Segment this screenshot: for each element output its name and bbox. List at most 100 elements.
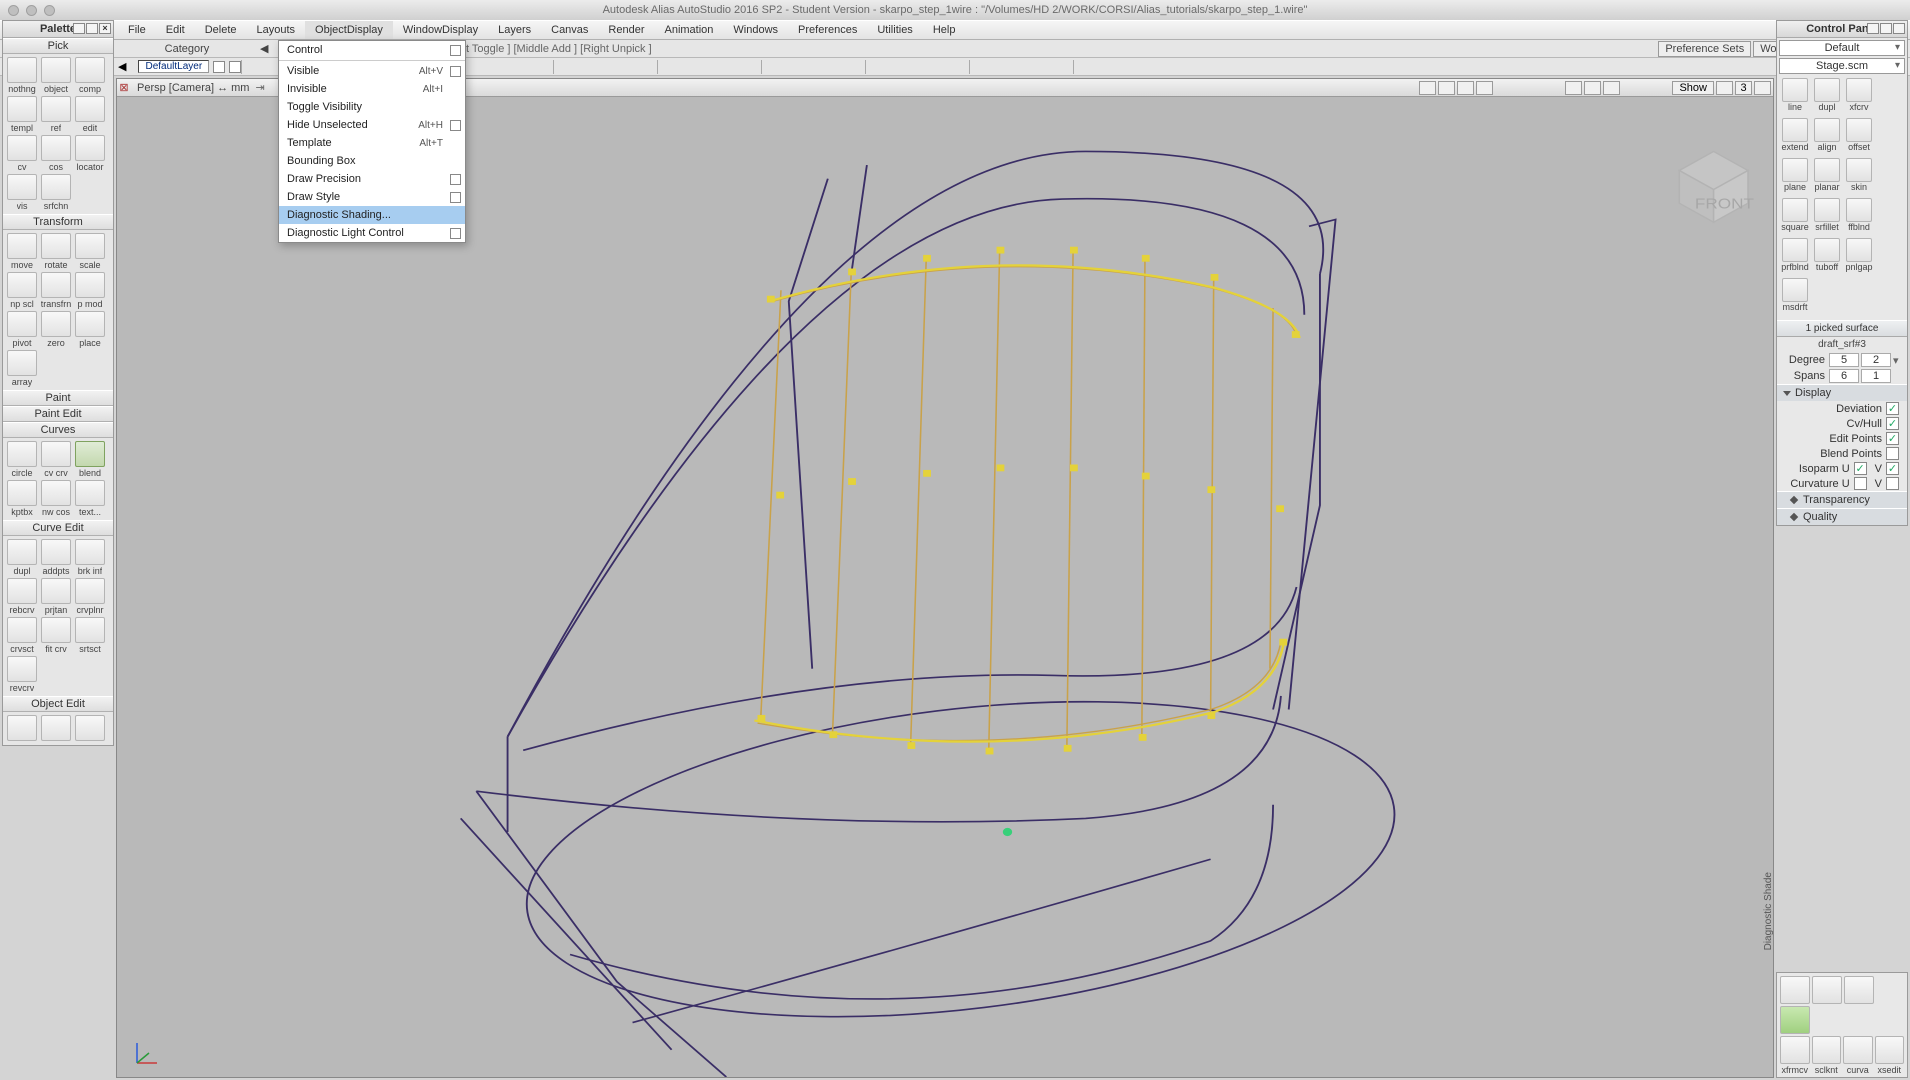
checkbox[interactable] (1886, 477, 1899, 490)
spans-u-field[interactable]: 6 (1829, 369, 1859, 383)
section-transform[interactable]: Transform (3, 214, 113, 230)
tool-fit crv[interactable]: fit crv (39, 617, 73, 654)
tool-kptbx[interactable]: kptbx (5, 480, 39, 517)
ctrl-tool-msdrft[interactable]: msdrft (1779, 278, 1811, 318)
menu-item-diagnostic-light-control[interactable]: Diagnostic Light Control (279, 224, 465, 242)
option-box-icon[interactable] (450, 120, 461, 131)
tool-circle[interactable]: circle (5, 441, 39, 478)
palette-dock-icon[interactable] (73, 23, 85, 34)
tool-rebcrv[interactable]: rebcrv (5, 578, 39, 615)
ctrl-tool-extend[interactable]: extend (1779, 118, 1811, 158)
section-pick[interactable]: Pick (3, 38, 113, 54)
menu-objectdisplay[interactable]: ObjectDisplay (305, 21, 393, 39)
preference-sets-button[interactable]: Preference Sets (1658, 41, 1751, 57)
ctrl-tool-line[interactable]: line (1779, 78, 1811, 118)
checkbox[interactable]: ✓ (1886, 417, 1899, 430)
ctrl-tool-align[interactable]: align (1811, 118, 1843, 158)
section-object-edit[interactable]: Object Edit (3, 696, 113, 712)
menu-windowdisplay[interactable]: WindowDisplay (393, 21, 488, 39)
tool-cv crv[interactable]: cv crv (39, 441, 73, 478)
ctrl-tool-xfcrv[interactable]: xfcrv (1843, 78, 1875, 118)
tool-p mod[interactable]: p mod (73, 272, 107, 309)
transparency-group-header[interactable]: Transparency (1777, 491, 1907, 508)
menu-item-toggle-visibility[interactable]: Toggle Visibility (279, 98, 465, 116)
menu-item-diagnostic-shading-[interactable]: Diagnostic Shading... (279, 206, 465, 224)
menu-preferences[interactable]: Preferences (788, 21, 867, 39)
tool-prjtan[interactable]: prjtan (39, 578, 73, 615)
ctrl-close-icon[interactable] (1893, 23, 1905, 34)
tool-brk inf[interactable]: brk inf (73, 539, 107, 576)
ctrl-tool-tuboff[interactable]: tuboff (1811, 238, 1843, 278)
checkbox[interactable]: ✓ (1886, 432, 1899, 445)
ctrl-tool-ffblnd[interactable]: ffblnd (1843, 198, 1875, 238)
tool-nw cos[interactable]: nw cos (39, 480, 73, 517)
layer-color-swatch[interactable] (229, 61, 241, 73)
tool-crvplnr[interactable]: crvplnr (73, 578, 107, 615)
view-tool-icon[interactable] (1457, 81, 1474, 95)
tool-crvsct[interactable]: crvsct (5, 617, 39, 654)
menu-edit[interactable]: Edit (156, 21, 195, 39)
degree-v-field[interactable]: 2 (1861, 353, 1891, 367)
tool-srfchn[interactable]: srfchn (39, 174, 73, 211)
tool-scale[interactable]: scale (73, 233, 107, 270)
ctrl-tool-plane[interactable]: plane (1779, 158, 1811, 198)
show-button[interactable]: Show (1672, 81, 1714, 95)
tool-comp[interactable]: comp (73, 57, 107, 94)
spans-v-field[interactable]: 1 (1861, 369, 1891, 383)
menu-file[interactable]: File (118, 21, 156, 39)
palette-close-icon[interactable]: × (99, 23, 111, 34)
view-tool-icon[interactable] (1438, 81, 1455, 95)
tool-blend[interactable]: blend (73, 441, 107, 478)
tool-templ[interactable]: templ (5, 96, 39, 133)
shelf-tool-xsedit[interactable] (1875, 1036, 1905, 1064)
layer-nav-left-icon[interactable]: ◀ (118, 60, 126, 73)
nav-left-icon[interactable]: ◀ (260, 42, 268, 55)
tool-cv[interactable]: cv (5, 135, 39, 172)
view-tool-icon[interactable] (1476, 81, 1493, 95)
ctrl-tool-pnlgap[interactable]: pnlgap (1843, 238, 1875, 278)
menu-item-draw-style[interactable]: Draw Style (279, 188, 465, 206)
default-layer-chip[interactable]: DefaultLayer (138, 60, 209, 73)
tool-np scl[interactable]: np scl (5, 272, 39, 309)
menu-layers[interactable]: Layers (488, 21, 541, 39)
viewport-close-icon[interactable]: ⊠ (117, 81, 131, 94)
option-box-icon[interactable] (450, 174, 461, 185)
section-paint-edit[interactable]: Paint Edit (3, 406, 113, 422)
checkbox[interactable]: ✓ (1854, 462, 1867, 475)
section-curve-edit[interactable]: Curve Edit (3, 520, 113, 536)
palette-min-icon[interactable] (86, 23, 98, 34)
tool-dupl[interactable]: dupl (5, 539, 39, 576)
option-box-icon[interactable] (450, 228, 461, 239)
tool-rotate[interactable]: rotate (39, 233, 73, 270)
menu-item-template[interactable]: TemplateAlt+T (279, 134, 465, 152)
ctrl-dock-icon[interactable] (1867, 23, 1879, 34)
close-dot[interactable] (8, 5, 19, 16)
menu-utilities[interactable]: Utilities (867, 21, 922, 39)
tool-move[interactable]: move (5, 233, 39, 270)
tool-place[interactable]: place (73, 311, 107, 348)
tool-locator[interactable]: locator (73, 135, 107, 172)
menu-render[interactable]: Render (598, 21, 654, 39)
view-tool-icon[interactable] (1584, 81, 1601, 95)
min-dot[interactable] (26, 5, 37, 16)
tool-cos[interactable]: cos (39, 135, 73, 172)
view-layout-icon[interactable] (1716, 81, 1733, 95)
ctrl-tool-srfillet[interactable]: srfillet (1811, 198, 1843, 238)
checkbox[interactable]: ✓ (1886, 462, 1899, 475)
view-tool-icon[interactable] (1603, 81, 1620, 95)
ctrl-min-icon[interactable] (1880, 23, 1892, 34)
ctrl-tool-prfblnd[interactable]: prfblnd (1779, 238, 1811, 278)
view-tool-icon[interactable] (1419, 81, 1436, 95)
tool-edit[interactable]: edit (73, 96, 107, 133)
stage-dropdown[interactable]: Stage.scm (1779, 58, 1905, 74)
ctrl-tool-offset[interactable]: offset (1843, 118, 1875, 158)
menu-item-control[interactable]: Control (279, 41, 465, 59)
menu-item-bounding-box[interactable]: Bounding Box (279, 152, 465, 170)
tool-addpts[interactable]: addpts (39, 539, 73, 576)
tool-revcrv[interactable]: revcrv (5, 656, 39, 693)
shelf-tool-icon[interactable] (1780, 1006, 1810, 1034)
option-box-icon[interactable] (450, 45, 461, 56)
tool-pivot[interactable]: pivot (5, 311, 39, 348)
tool-zero[interactable]: zero (39, 311, 73, 348)
menu-canvas[interactable]: Canvas (541, 21, 598, 39)
